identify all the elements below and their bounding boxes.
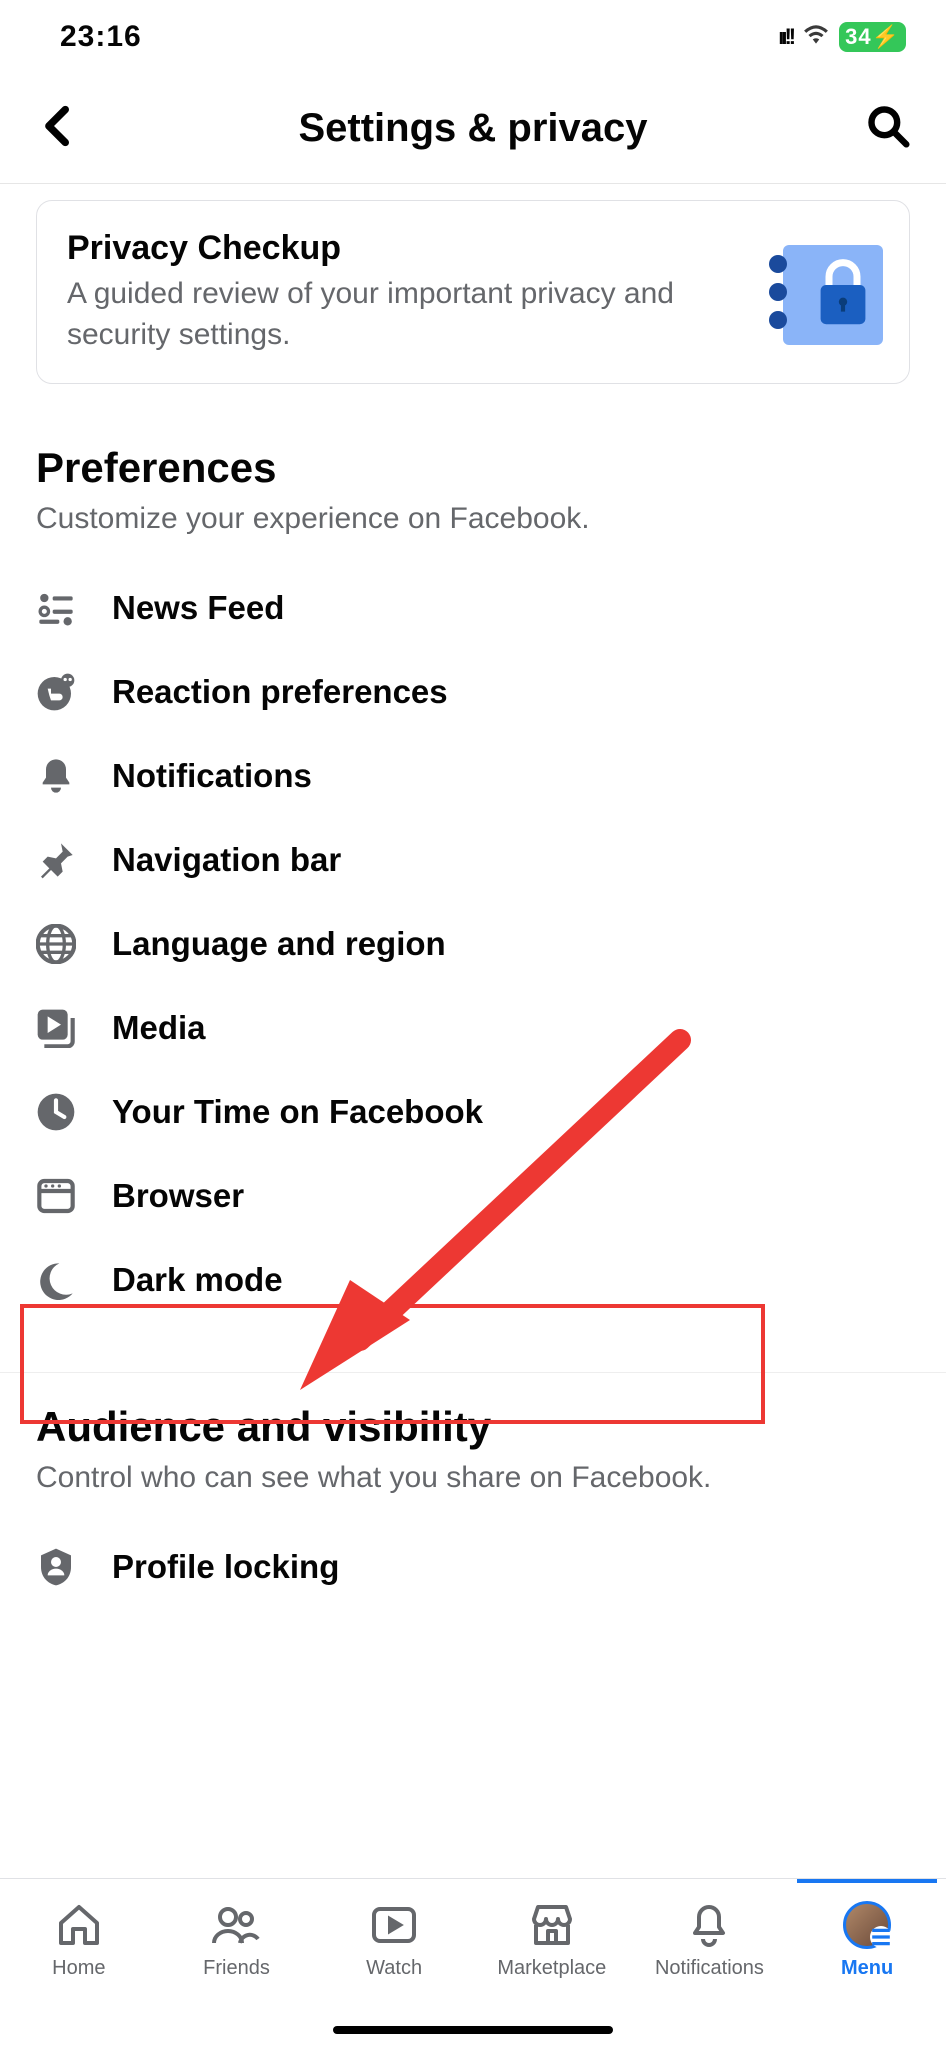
browser-icon <box>36 1176 76 1216</box>
row-language-region[interactable]: Language and region <box>36 902 910 986</box>
tab-label: Marketplace <box>497 1957 606 1980</box>
section-desc: Customize your experience on Facebook. <box>36 502 910 536</box>
row-label: Your Time on Facebook <box>112 1093 483 1131</box>
tab-home[interactable]: Home <box>19 1899 139 1980</box>
notifications-icon <box>683 1899 735 1951</box>
status-indicators: ıı!! 34⚡ <box>778 20 906 54</box>
tab-bar: Home Friends Watch Marketplace Notificat… <box>0 1878 946 2048</box>
row-browser[interactable]: Browser <box>36 1154 910 1238</box>
status-time: 23:16 <box>60 20 142 54</box>
tab-notifications[interactable]: Notifications <box>649 1899 769 1980</box>
row-label: Navigation bar <box>112 841 341 879</box>
home-icon <box>53 1899 105 1951</box>
search-icon[interactable] <box>866 104 910 153</box>
feed-icon <box>36 588 76 628</box>
section-desc: Control who can see what you share on Fa… <box>36 1461 910 1495</box>
tab-label: Friends <box>203 1957 270 1980</box>
tab-label: Notifications <box>655 1957 764 1980</box>
section-title: Audience and visibility <box>36 1403 910 1451</box>
row-dark-mode[interactable]: Dark mode <box>36 1238 910 1322</box>
row-label: Dark mode <box>112 1261 283 1299</box>
home-indicator[interactable] <box>333 2026 613 2034</box>
privacy-checkup-card[interactable]: Privacy Checkup A guided review of your … <box>36 200 910 384</box>
section-audience: Audience and visibility Control who can … <box>0 1372 946 1609</box>
row-label: Reaction preferences <box>112 673 448 711</box>
section-preferences: Preferences Customize your experience on… <box>0 414 946 1372</box>
wifi-icon <box>803 20 829 54</box>
globe-icon <box>36 924 76 964</box>
menu-avatar-icon <box>841 1899 893 1951</box>
back-icon[interactable] <box>36 104 80 153</box>
page-header: Settings & privacy <box>0 64 946 184</box>
tab-marketplace[interactable]: Marketplace <box>492 1899 612 1980</box>
tab-watch[interactable]: Watch <box>334 1899 454 1980</box>
row-label: Media <box>112 1009 206 1047</box>
row-notifications[interactable]: Notifications <box>36 734 910 818</box>
section-title: Preferences <box>36 444 910 492</box>
row-navigation-bar[interactable]: Navigation bar <box>36 818 910 902</box>
privacy-checkup-illustration <box>769 237 879 347</box>
reaction-icon <box>36 672 76 712</box>
moon-icon <box>36 1260 76 1300</box>
row-reaction-preferences[interactable]: Reaction preferences <box>36 650 910 734</box>
row-your-time[interactable]: Your Time on Facebook <box>36 1070 910 1154</box>
marketplace-icon <box>526 1899 578 1951</box>
status-bar: 23:16 ıı!! 34⚡ <box>0 0 946 64</box>
watch-icon <box>368 1899 420 1951</box>
row-media[interactable]: Media <box>36 986 910 1070</box>
shield-icon <box>36 1547 76 1587</box>
page-title: Settings & privacy <box>80 106 866 151</box>
tab-friends[interactable]: Friends <box>176 1899 296 1980</box>
row-news-feed[interactable]: News Feed <box>36 566 910 650</box>
friends-icon <box>210 1899 262 1951</box>
row-label: Browser <box>112 1177 244 1215</box>
row-label: Language and region <box>112 925 446 963</box>
tab-label: Home <box>52 1957 105 1980</box>
bell-icon <box>36 756 76 796</box>
battery-icon: 34⚡ <box>839 22 906 52</box>
card-desc: A guided review of your important privac… <box>67 274 745 355</box>
row-label: Profile locking <box>112 1548 339 1586</box>
tab-label: Watch <box>366 1957 422 1980</box>
row-label: News Feed <box>112 589 284 627</box>
tab-menu[interactable]: Menu <box>807 1899 927 1980</box>
card-title: Privacy Checkup <box>67 229 745 268</box>
row-label: Notifications <box>112 757 312 795</box>
media-icon <box>36 1008 76 1048</box>
cellular-icon: ıı!! <box>778 24 793 50</box>
clock-icon <box>36 1092 76 1132</box>
pin-icon <box>36 840 76 880</box>
row-profile-locking[interactable]: Profile locking <box>36 1525 910 1609</box>
